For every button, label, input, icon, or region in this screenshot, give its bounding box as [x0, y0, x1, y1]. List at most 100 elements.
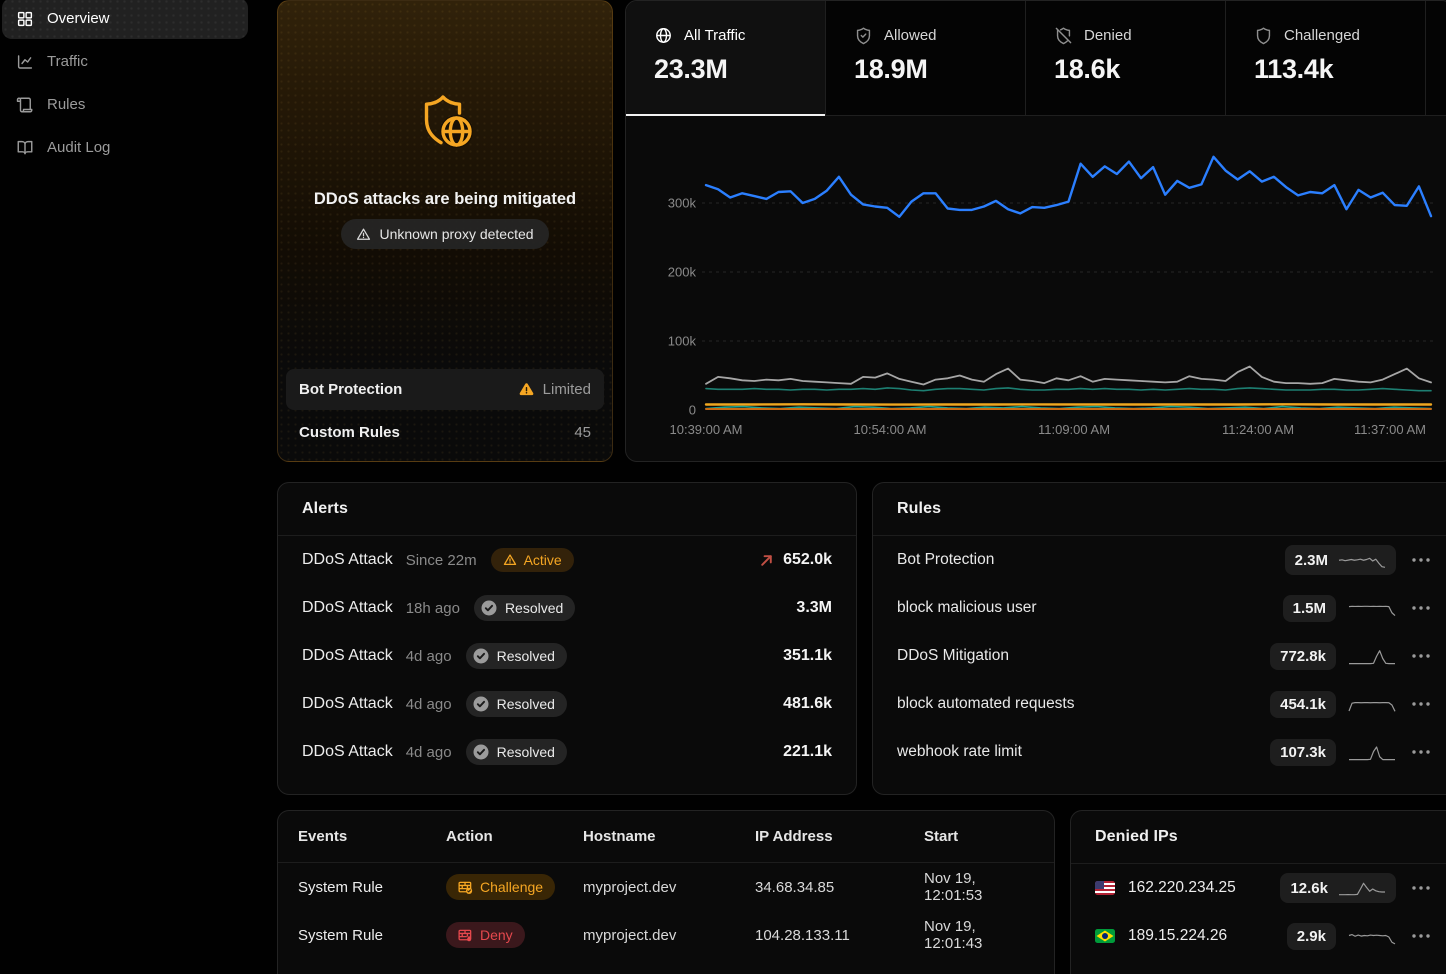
- alerts-title: Alerts: [302, 500, 348, 518]
- row-menu-button[interactable]: [1412, 702, 1430, 706]
- rules-panel: Rules Bot Protection 2.3M block maliciou…: [872, 482, 1446, 795]
- rule-count-pill: 1.5M: [1283, 595, 1336, 622]
- row-menu-button[interactable]: [1412, 886, 1430, 890]
- tab-denied[interactable]: Denied 18.6k: [1026, 1, 1226, 115]
- rule-count-pill: 107.3k: [1270, 739, 1336, 766]
- sidebar-item-label: Rules: [47, 96, 85, 113]
- svg-text:10:39:00 AM: 10:39:00 AM: [670, 422, 743, 437]
- rule-name: Bot Protection: [897, 551, 994, 569]
- warning-filled-icon: [518, 381, 535, 398]
- tab-label: Denied: [1084, 27, 1132, 44]
- sidebar-item-audit-log[interactable]: Audit Log: [2, 127, 248, 168]
- row-menu-button[interactable]: [1412, 606, 1430, 610]
- sidebar-item-overview[interactable]: Overview: [2, 0, 248, 39]
- status-badge-resolved: Resolved: [466, 691, 567, 717]
- traffic-tabs: All Traffic 23.3M Allowed 18.9M Denied 1…: [626, 1, 1446, 116]
- denied-count-pill: 12.6k: [1280, 873, 1396, 903]
- event-row[interactable]: System Rule Challenge myproject.dev 34.6…: [278, 863, 1054, 911]
- check-circle-icon: [472, 743, 490, 761]
- sparkline: [1348, 742, 1396, 762]
- col-events: Events: [298, 828, 446, 845]
- chart-line-icon: [16, 53, 34, 71]
- alert-row[interactable]: DDoS Attack 4d ago Resolved 351.1k: [278, 632, 856, 680]
- firewall-flame-icon: [458, 928, 473, 943]
- events-header: Events Action Hostname IP Address Start: [278, 811, 1054, 863]
- sparkline: [1338, 878, 1386, 898]
- denied-ip-address: 189.15.224.26: [1128, 927, 1227, 945]
- sidebar-item-label: Audit Log: [47, 139, 110, 156]
- rule-row[interactable]: block malicious user 1.5M: [873, 584, 1446, 632]
- tab-challenged[interactable]: Challenged 113.4k: [1226, 1, 1426, 115]
- rule-row[interactable]: Bot Protection 2.3M: [873, 536, 1446, 584]
- alert-row[interactable]: DDoS Attack 18h ago Resolved 3.3M: [278, 584, 856, 632]
- denied-ip-address: 162.220.234.25: [1128, 879, 1236, 897]
- firewall-check-icon: [458, 880, 473, 895]
- row-menu-button[interactable]: [1412, 558, 1430, 562]
- alert-row[interactable]: DDoS Attack 4d ago Resolved 481.6k: [278, 680, 856, 728]
- ellipsis-icon: [1412, 654, 1430, 658]
- denied-ip-row[interactable]: 162.220.234.25 12.6k: [1071, 864, 1446, 912]
- shield-globe-icon: [278, 89, 612, 159]
- rule-row[interactable]: DDoS Mitigation 772.8k: [873, 632, 1446, 680]
- ddos-dashboard: Overview Traffic Rules Audit Log: [0, 0, 1446, 974]
- traffic-panel: All Traffic 23.3M Allowed 18.9M Denied 1…: [625, 0, 1446, 462]
- svg-text:0: 0: [689, 403, 696, 418]
- proxy-warning-text: Unknown proxy detected: [379, 226, 533, 242]
- status-badge-resolved: Resolved: [474, 595, 575, 621]
- check-circle-icon: [472, 695, 490, 713]
- svg-text:11:24:00 AM: 11:24:00 AM: [1222, 422, 1294, 437]
- svg-text:200k: 200k: [668, 265, 697, 280]
- col-action: Action: [446, 828, 583, 845]
- status-badge-resolved: Resolved: [466, 643, 567, 669]
- col-hostname: Hostname: [583, 828, 755, 845]
- action-badge-deny: Deny: [446, 922, 525, 948]
- denied-count-pill: 2.9k: [1287, 923, 1336, 950]
- tab-allowed[interactable]: Allowed 18.9M: [826, 1, 1026, 115]
- rules-title: Rules: [897, 500, 941, 518]
- traffic-chart[interactable]: 300k200k100k010:39:00 AM10:54:00 AM11:09…: [626, 116, 1446, 462]
- bot-protection-row[interactable]: Bot Protection Limited: [286, 369, 604, 410]
- event-type: System Rule: [298, 927, 446, 944]
- event-row[interactable]: System Rule Deny myproject.dev 104.28.13…: [278, 911, 1054, 959]
- proxy-warning-badge: Unknown proxy detected: [341, 219, 548, 249]
- bot-protection-value: Limited: [543, 381, 591, 398]
- rule-count-pill: 772.8k: [1270, 643, 1336, 670]
- row-menu-button[interactable]: [1412, 654, 1430, 658]
- tab-label: Allowed: [884, 27, 937, 44]
- alert-row[interactable]: DDoS Attack Since 22m Active 652.0k: [278, 536, 856, 584]
- alert-name: DDoS Attack: [302, 551, 393, 569]
- scroll-icon: [16, 96, 34, 114]
- tab-all-traffic[interactable]: All Traffic 23.3M: [626, 1, 826, 115]
- denied-ips-panel: Denied IPs 162.220.234.25 12.6k 189.15.2…: [1070, 810, 1446, 974]
- sidebar: Overview Traffic Rules Audit Log: [0, 0, 250, 170]
- grid-icon: [16, 10, 34, 28]
- book-icon: [16, 139, 34, 157]
- denied-ips-title: Denied IPs: [1095, 828, 1178, 846]
- sidebar-item-traffic[interactable]: Traffic: [2, 41, 248, 82]
- row-menu-button[interactable]: [1412, 934, 1430, 938]
- alert-row[interactable]: DDoS Attack 4d ago Resolved 221.1k: [278, 728, 856, 776]
- ellipsis-icon: [1412, 934, 1430, 938]
- bot-protection-label: Bot Protection: [299, 381, 402, 398]
- rule-row[interactable]: block automated requests 454.1k: [873, 680, 1446, 728]
- denied-ip-row[interactable]: 189.15.224.26 2.9k: [1071, 912, 1446, 960]
- rule-row[interactable]: webhook rate limit 107.3k: [873, 728, 1446, 776]
- svg-text:11:09:00 AM: 11:09:00 AM: [1038, 422, 1110, 437]
- alert-value: 652.0k: [783, 551, 832, 569]
- tab-value: 18.6k: [1054, 54, 1225, 85]
- sidebar-item-label: Overview: [47, 10, 110, 27]
- br-flag-icon: [1095, 929, 1115, 943]
- tab-value: 23.3M: [654, 54, 825, 85]
- svg-text:10:54:00 AM: 10:54:00 AM: [854, 422, 927, 437]
- sidebar-item-rules[interactable]: Rules: [2, 84, 248, 125]
- warning-triangle-icon: [503, 553, 517, 567]
- tab-label: All Traffic: [684, 27, 745, 44]
- custom-rules-row[interactable]: Custom Rules 45: [286, 412, 604, 453]
- ellipsis-icon: [1412, 750, 1430, 754]
- globe-icon: [654, 26, 673, 45]
- row-menu-button[interactable]: [1412, 750, 1430, 754]
- svg-text:11:37:00 AM: 11:37:00 AM: [1354, 422, 1426, 437]
- rule-count-pill: 454.1k: [1270, 691, 1336, 718]
- svg-text:300k: 300k: [668, 196, 697, 211]
- alerts-panel: Alerts DDoS Attack Since 22m Active 652.…: [277, 482, 857, 795]
